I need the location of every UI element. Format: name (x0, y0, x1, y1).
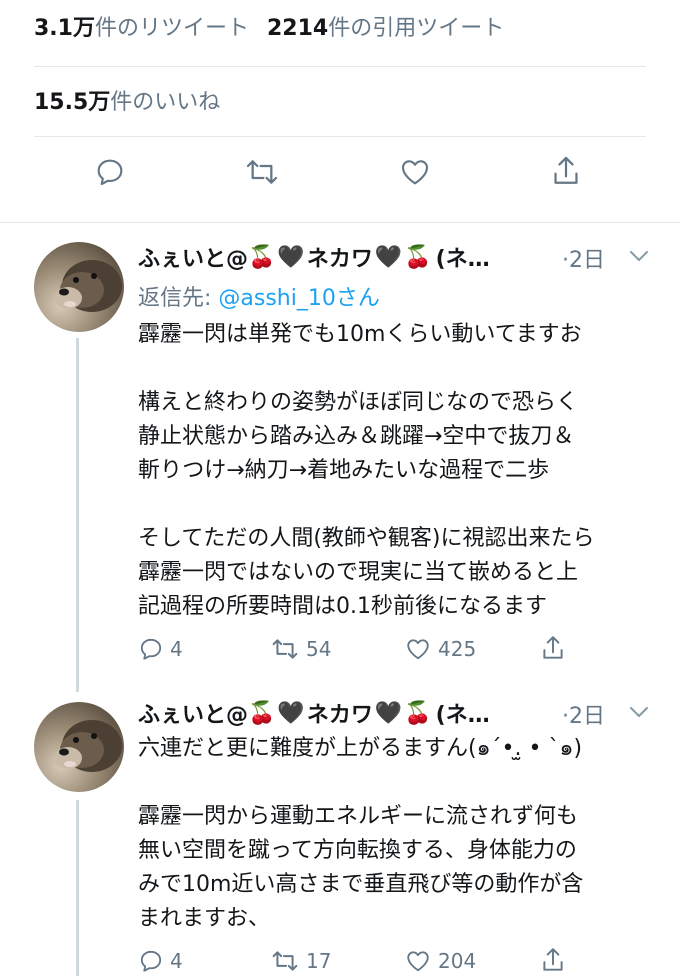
divider (34, 136, 646, 137)
like-count[interactable]: 15.5万 (34, 90, 110, 115)
retweet-button[interactable]: 17 (270, 948, 331, 974)
share-button[interactable] (540, 634, 566, 662)
reply-to-label: 返信先: (138, 286, 219, 311)
chevron-down-icon[interactable] (628, 248, 650, 264)
heart-icon (401, 160, 429, 185)
black-heart-emoji: 🖤 (374, 244, 403, 270)
display-name-text: (ネ… (435, 703, 490, 728)
heart-icon (407, 639, 429, 660)
cherry-emoji: 🍒 (404, 700, 432, 726)
display-name-text: (ネ… (435, 247, 490, 272)
reply-count: 4 (170, 949, 183, 973)
cherry-emoji: 🍒 (248, 244, 276, 270)
retweet-icon (246, 160, 278, 184)
divider (0, 222, 680, 223)
reply-to-handle[interactable]: @asshi_10さん (218, 286, 379, 311)
reply-button[interactable]: 4 (138, 948, 183, 974)
like-count: 425 (438, 637, 477, 661)
reply-icon (140, 638, 162, 660)
like-label[interactable]: 件のいいね (110, 90, 220, 115)
timestamp[interactable]: ·2日 (562, 242, 605, 274)
retweet-button[interactable]: 54 (270, 636, 331, 662)
retweet-button[interactable] (244, 156, 280, 188)
quote-label[interactable]: 件の引用ツイート (328, 16, 504, 41)
otter-avatar-image (54, 720, 122, 772)
divider (34, 66, 646, 67)
quote-count[interactable]: 2214 (267, 16, 328, 41)
retweet-count[interactable]: 3.1万 (34, 16, 95, 41)
avatar[interactable] (34, 702, 124, 792)
chevron-down-icon[interactable] (628, 704, 650, 720)
reply-icon (97, 159, 123, 186)
thread-connector (76, 338, 79, 692)
otter-avatar-image (54, 260, 122, 312)
like-button[interactable]: 204 (404, 948, 476, 974)
black-heart-emoji: 🖤 (277, 700, 305, 726)
retweet-icon (272, 951, 298, 971)
display-name[interactable]: ふぇいと@ 🍒 🖤 ネカワ 🖤 🍒 (ネ… (138, 697, 490, 729)
black-heart-emoji: 🖤 (277, 244, 305, 270)
black-heart-emoji: 🖤 (374, 700, 403, 726)
cherry-emoji: 🍒 (404, 244, 432, 270)
like-count: 204 (438, 949, 477, 973)
share-icon (554, 156, 578, 184)
retweet-count: 17 (306, 949, 332, 973)
like-button[interactable]: 425 (404, 636, 476, 662)
share-icon (543, 636, 563, 659)
cherry-emoji: 🍒 (248, 700, 276, 726)
share-button[interactable] (540, 946, 566, 974)
display-name-text: ふぇいと@ (138, 247, 249, 272)
tweet-text: 霹靂一閃は単発でも10mくらい動いてますお 構えと終わりの姿勢がほぼ同じなので恐… (138, 322, 595, 619)
thread-connector (76, 800, 79, 976)
display-name-text: ネカワ (306, 703, 373, 728)
reply-count: 4 (170, 637, 183, 661)
display-name-text: ネカワ (306, 247, 373, 272)
retweet-icon (272, 639, 298, 659)
display-name-text: ふぇいと@ (138, 703, 249, 728)
heart-icon (407, 951, 429, 972)
retweet-label[interactable]: 件のリツイート (95, 16, 249, 41)
timestamp[interactable]: ·2日 (562, 698, 605, 730)
share-button[interactable] (550, 154, 582, 188)
like-button[interactable] (398, 156, 432, 188)
avatar[interactable] (34, 242, 124, 332)
share-icon (543, 948, 563, 971)
reply-button[interactable]: 4 (138, 636, 183, 662)
like-stats: 15.5万件のいいね (34, 88, 220, 118)
reply-icon (140, 950, 162, 972)
display-name[interactable]: ふぇいと@ 🍒 🖤 ネカワ 🖤 🍒 (ネ… (138, 241, 490, 273)
retweet-count: 54 (306, 637, 332, 661)
reply-to: 返信先: @asshi_10さん (138, 280, 380, 312)
tweet-text: 六連だと更に難度が上がるますん(๑´•.̫ • `๑) 霹靂一閃から運動エネルギ… (138, 736, 584, 931)
reply-button[interactable] (94, 156, 126, 188)
retweet-quote-stats: 3.1万件のリツイート 2214件の引用ツイート (34, 14, 504, 44)
